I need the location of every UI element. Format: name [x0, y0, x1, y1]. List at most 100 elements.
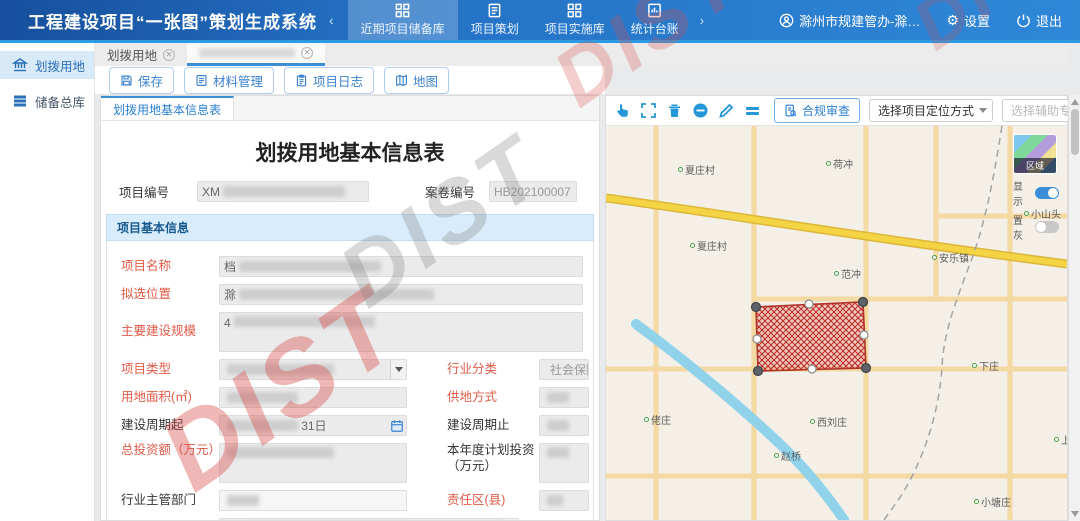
header-right: 滁州市规建管办-滁… ⚙ 设置 退出 — [779, 0, 1062, 40]
nav-item-statistics[interactable]: 统计台账 — [618, 0, 692, 40]
supply-mode-field[interactable] — [539, 387, 589, 408]
scrollbar-thumb[interactable] — [1071, 109, 1079, 155]
button-label: 地图 — [413, 71, 438, 90]
tab-bar: 划拨用地 ✕ ✕ — [95, 43, 1068, 66]
tab-active-redacted[interactable]: ✕ — [187, 43, 325, 66]
nav-item-project-planning[interactable]: 项目策划 — [458, 0, 532, 40]
scroll-up-icon[interactable] — [1071, 99, 1079, 105]
user-name: 滁州市规建管办-滁… — [799, 11, 920, 30]
sidebar-item-reserve-bank[interactable]: 储备总库 — [0, 87, 94, 115]
section-basic-info: 项目基本信息 — [106, 214, 594, 241]
show-toggle[interactable] — [1035, 187, 1059, 199]
ledger-icon — [647, 3, 662, 18]
chevron-down-icon[interactable] — [390, 360, 406, 379]
bank-icon — [12, 57, 28, 73]
map-toolbar: 合规审查 选择项目定位方式 选择辅助专题 — [606, 96, 1067, 126]
review-label: 合规审查 — [802, 102, 850, 119]
grey-toggle[interactable] — [1035, 221, 1059, 233]
chevron-down-icon — [979, 108, 987, 113]
nav-label: 项目策划 — [471, 20, 519, 37]
materials-button[interactable]: 材料管理 — [184, 67, 274, 94]
close-icon[interactable]: ✕ — [163, 49, 175, 61]
project-type-label: 项目类型 — [121, 362, 219, 378]
button-label: 项目日志 — [313, 71, 363, 90]
collapse-arrow-icon[interactable]: ‹ — [329, 12, 334, 28]
fullscreen-icon[interactable] — [640, 102, 657, 119]
total-invest-label: 总投资额（万元） — [121, 443, 219, 459]
layer-thumbnail[interactable]: 区域 — [1013, 134, 1057, 174]
user-icon — [779, 13, 794, 28]
delete-icon[interactable] — [666, 102, 683, 119]
period-end-field[interactable] — [539, 415, 589, 436]
scale-label: 主要建设规模 — [121, 312, 219, 340]
map-panel: 合规审查 选择项目定位方式 选择辅助专题 — [605, 95, 1068, 521]
project-log-button[interactable]: 项目日志 — [284, 67, 374, 94]
total-invest-field[interactable] — [219, 443, 407, 483]
form-toolbar: 保存 材料管理 项目日志 地图 — [95, 66, 605, 95]
logout-button[interactable]: 退出 — [1016, 11, 1062, 30]
pan-hand-icon[interactable] — [614, 102, 631, 119]
draw-icon[interactable] — [718, 102, 735, 119]
land-area-field[interactable] — [219, 387, 407, 408]
form-tab-row: 划拨用地基本信息表 — [101, 96, 599, 121]
redacted-tab-label — [199, 48, 295, 58]
form-tab-basic-info[interactable]: 划拨用地基本信息表 — [101, 96, 234, 120]
save-button[interactable]: 保存 — [109, 67, 174, 94]
measure-icon[interactable] — [744, 102, 761, 119]
sidebar-item-label: 储备总库 — [35, 92, 85, 111]
header-accent-strip — [0, 40, 1080, 43]
location-field[interactable]: 滁 — [219, 284, 583, 305]
project-no-field[interactable]: XM — [197, 181, 369, 202]
parcel-polygon[interactable] — [752, 298, 871, 376]
sidebar-item-allocated-land[interactable]: 划拨用地 — [0, 51, 94, 79]
redacted-value — [234, 316, 376, 327]
grey-toggle-row: 置灰 — [1013, 212, 1059, 242]
scale-field[interactable]: 4 — [219, 312, 583, 352]
close-icon[interactable]: ✕ — [301, 47, 313, 59]
map-place-label: 夏庄村 — [690, 238, 727, 253]
map-place-label: 小塘庄 — [974, 494, 1011, 509]
project-name-field[interactable]: 档 — [219, 256, 583, 277]
supply-mode-label: 供地方式 — [447, 390, 539, 406]
district-label: 责任区(县) — [447, 493, 539, 509]
map-drawing — [606, 126, 1067, 520]
header-bar: 工程建设项目“一张图”策划生成系统 ‹ 近期项目储备库 项目策划 项目实施库 统… — [0, 0, 1080, 40]
nav-more-arrow-icon[interactable]: › — [700, 13, 704, 28]
locate-mode-select[interactable]: 选择项目定位方式 — [869, 99, 993, 122]
sidebar: 划拨用地 储备总库 — [0, 43, 95, 521]
compliance-review-button[interactable]: 合规审查 — [774, 98, 860, 123]
fields-box: 项目名称 档 拟选位置 滁 主要建设规模 4 — [106, 241, 594, 521]
annual-invest-field[interactable] — [539, 443, 589, 483]
power-icon — [1016, 13, 1031, 28]
redacted-value — [227, 392, 298, 403]
tab-allocated-land[interactable]: 划拨用地 ✕ — [95, 43, 187, 66]
button-label: 材料管理 — [213, 71, 263, 90]
map-canvas[interactable]: 夏庄村荷冲夏庄村安乐镇小山头范冲下庄西刘庄佬庄赵桥小塘庄上 区域 显示 置灰 — [606, 126, 1067, 520]
settings-label: 设置 — [964, 11, 990, 30]
map-place-label: 上 — [1054, 432, 1067, 447]
zoom-out-icon[interactable] — [692, 102, 709, 119]
nav-item-implementation[interactable]: 项目实施库 — [532, 0, 618, 40]
dept-field[interactable] — [219, 490, 407, 511]
scroll-down-icon[interactable] — [1071, 511, 1079, 517]
top-nav: 近期项目储备库 项目策划 项目实施库 统计台账 — [348, 0, 692, 40]
industry-field[interactable]: 社会保障 — [539, 359, 589, 380]
calendar-icon[interactable] — [390, 419, 404, 436]
land-area-label: 用地面积(㎡) — [121, 390, 219, 406]
grid-icon — [567, 3, 582, 18]
materials-icon — [195, 74, 208, 87]
logout-label: 退出 — [1036, 11, 1062, 30]
nav-item-recent-reserve[interactable]: 近期项目储备库 — [348, 0, 458, 40]
project-type-select[interactable] — [219, 359, 407, 380]
form-row: 项目名称 档 — [107, 256, 593, 277]
form-row: 拟选位置 滁 — [107, 284, 593, 305]
vertical-scrollbar[interactable] — [1068, 95, 1080, 521]
user-menu[interactable]: 滁州市规建管办-滁… — [779, 11, 920, 30]
map-button[interactable]: 地图 — [384, 67, 449, 94]
period-start-date-field[interactable]: 31日 — [219, 415, 407, 436]
district-field[interactable] — [539, 490, 589, 511]
field-value: 档 — [224, 258, 236, 275]
document-icon — [487, 3, 502, 18]
settings-button[interactable]: ⚙ 设置 — [946, 11, 990, 30]
case-no-field[interactable]: HB202100007 — [489, 181, 577, 202]
